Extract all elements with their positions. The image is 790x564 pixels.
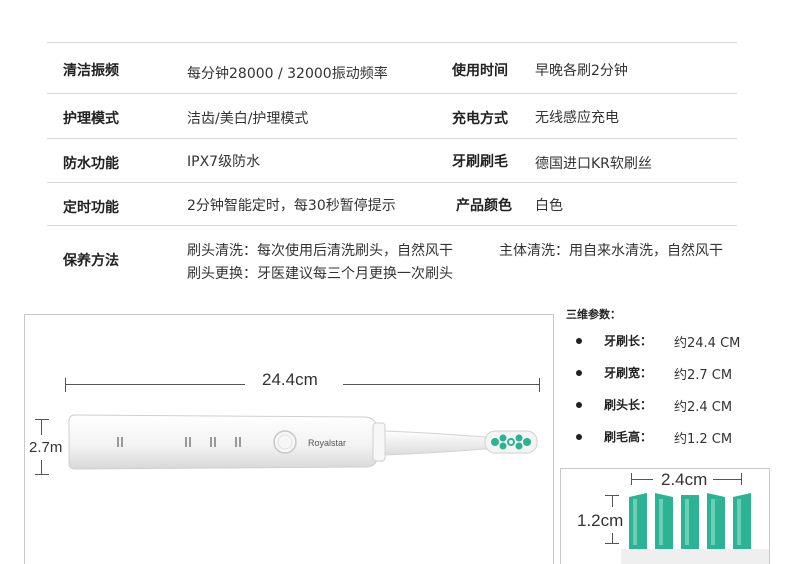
spec-value: 洁齿/美白/护理模式 <box>187 111 309 127</box>
spec-row: 护理模式 洁齿/美白/护理模式 充电方式 无线感应充电 <box>47 94 737 139</box>
product-panel: 24.4cm 2.7m Royalstar <box>24 314 554 564</box>
spec-label: 护理模式 <box>63 111 119 127</box>
dimension-line <box>41 460 42 474</box>
spec-label: 牙刷刷毛 <box>452 154 508 170</box>
bullet-icon <box>576 338 582 344</box>
spec-row: 清洁振频 每分钟28000 / 32000振动频率 使用时间 早晚各刷2分钟 <box>47 43 737 94</box>
care-body-clean: 主体清洗：用自来水清洗，自然风干 <box>499 243 723 259</box>
dimension-line <box>343 384 539 385</box>
param-name: 牙刷长： <box>604 334 653 348</box>
dimension-line <box>713 479 741 480</box>
dimension-line <box>612 533 613 543</box>
spec-label: 充电方式 <box>452 111 508 127</box>
param-value: 约2.7 CM <box>674 368 733 383</box>
spec-row: 定时功能 2分钟智能定时，每30秒暂停提示 产品颜色 白色 <box>47 183 737 226</box>
dimension-line <box>65 384 245 385</box>
dimension-tick <box>605 543 619 544</box>
width-label: 2.7m <box>29 439 63 456</box>
spec-label: 清洁振频 <box>63 63 119 79</box>
bullet-icon <box>576 434 582 440</box>
param-value: 约2.4 CM <box>674 400 733 415</box>
dimension-tick <box>35 474 49 475</box>
bristle-closeup <box>621 493 769 564</box>
spec-row: 保养方法 刷头清洗：每次使用后清洗刷头，自然风干 主体清洗：用自来水清洗，自然风… <box>47 226 737 288</box>
dimension-tick <box>741 473 742 485</box>
spec-row: 防水功能 IPX7级防水 牙刷刷毛 德国进口KR软刷丝 <box>47 139 737 183</box>
spec-value: 无线感应充电 <box>535 110 619 126</box>
brush-head-detail: 2.4cm 1.2cm <box>560 468 770 564</box>
spec-label: 定时功能 <box>63 200 119 216</box>
dimension-line <box>631 479 653 480</box>
param-value: 约24.4 CM <box>674 336 741 351</box>
care-head-clean: 刷头清洗：每次使用后清洗刷头，自然风干 <box>187 243 453 259</box>
spec-value: 白色 <box>535 198 563 214</box>
dimension-tick <box>35 419 49 420</box>
param-name: 刷毛高： <box>604 430 653 444</box>
param-name: 牙刷宽： <box>604 366 653 380</box>
dimension-tick <box>65 378 66 392</box>
spec-label: 防水功能 <box>63 156 119 172</box>
length-label: 24.4cm <box>262 370 318 389</box>
care-head-replace: 刷头更换：牙医建议每三个月更换一次刷头 <box>187 266 453 282</box>
spec-value: 每分钟28000 / 32000振动频率 <box>187 66 388 82</box>
head-height-label: 1.2cm <box>577 511 624 530</box>
dimension-line <box>41 419 42 435</box>
head-width-label: 2.4cm <box>661 470 708 489</box>
toothbrush-image: Royalstar <box>68 414 538 470</box>
param-value: 约1.2 CM <box>674 432 733 447</box>
dimension-tick <box>539 378 540 392</box>
spec-value: 早晚各刷2分钟 <box>535 63 628 79</box>
spec-value: IPX7级防水 <box>187 154 261 170</box>
spec-label: 使用时间 <box>452 63 508 79</box>
param-name: 刷头长： <box>604 398 653 412</box>
spec-value: 德国进口KR软刷丝 <box>535 156 652 172</box>
spec-value: 2分钟智能定时，每30秒暂停提示 <box>187 198 396 214</box>
bullet-icon <box>576 402 582 408</box>
spec-label: 产品颜色 <box>456 198 512 214</box>
bullet-icon <box>576 370 582 376</box>
spec-table: 清洁振频 每分钟28000 / 32000振动频率 使用时间 早晚各刷2分钟 护… <box>47 42 737 288</box>
brand-logo: Royalstar <box>308 438 346 448</box>
dimension-line <box>612 495 613 507</box>
params-title: 三维参数： <box>566 308 621 321</box>
spec-label: 保养方法 <box>63 253 119 269</box>
